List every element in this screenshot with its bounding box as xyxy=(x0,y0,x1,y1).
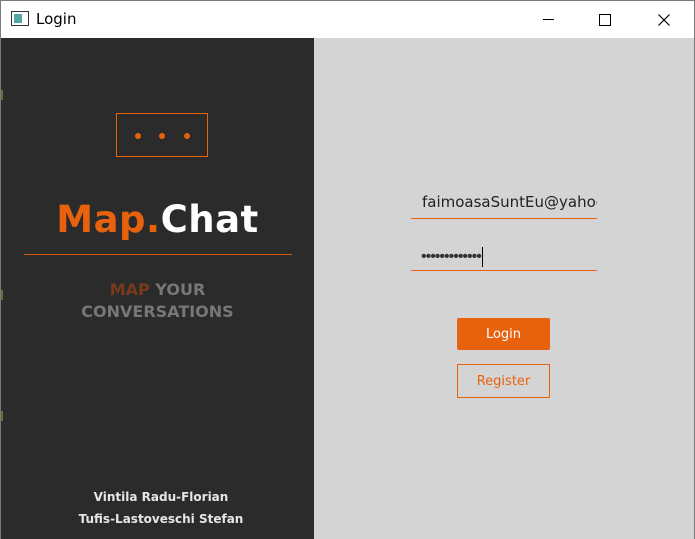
edge-mark xyxy=(1,90,3,100)
password-value: ••••••••••••• xyxy=(421,248,482,265)
author-name: Vintila Radu-Florian xyxy=(93,490,229,504)
password-field[interactable]: ••••••••••••• xyxy=(411,243,597,271)
email-field[interactable]: faimoasaSuntEu@yahoo.c xyxy=(411,193,597,219)
minimize-button[interactable] xyxy=(525,1,571,38)
text-caret xyxy=(481,246,483,267)
tagline-line2: CONVERSATIONS xyxy=(81,302,234,321)
login-button[interactable]: Login xyxy=(457,318,550,350)
title-bar[interactable]: Login xyxy=(1,1,694,38)
app-logo-text: Map.Chat xyxy=(1,198,314,241)
window-app-icon xyxy=(11,11,29,26)
branding-panel: Map.Chat MAP YOUR CONVERSATIONS Vintila … xyxy=(1,38,314,539)
chat-bubble-dots-icon xyxy=(116,113,208,157)
close-icon xyxy=(658,13,670,26)
author-name: Tufis-Lastoveschi Stefan xyxy=(78,512,244,526)
brand-map: Map. xyxy=(56,198,161,241)
login-window: Login Map.Chat MAP YOUR CONVERSATIONS Vi… xyxy=(0,0,695,539)
brand-divider xyxy=(24,254,292,255)
authors: Vintila Radu-Florian Tufis-Lastoveschi S… xyxy=(1,486,321,530)
tagline-accent: MAP xyxy=(109,280,150,299)
register-button[interactable]: Register xyxy=(457,364,550,398)
minimize-icon xyxy=(542,19,554,20)
tagline-word: YOUR xyxy=(155,280,206,299)
login-form-panel: faimoasaSuntEu@yahoo.c ••••••••••••• Log… xyxy=(314,38,694,539)
brand-chat: Chat xyxy=(160,198,259,241)
edge-mark xyxy=(1,411,3,421)
close-button[interactable] xyxy=(641,1,687,38)
maximize-icon xyxy=(599,13,611,26)
tagline: MAP YOUR CONVERSATIONS xyxy=(1,279,314,323)
email-value: faimoasaSuntEu@yahoo.c xyxy=(422,193,597,211)
maximize-button[interactable] xyxy=(582,1,628,38)
window-title: Login xyxy=(36,10,77,28)
